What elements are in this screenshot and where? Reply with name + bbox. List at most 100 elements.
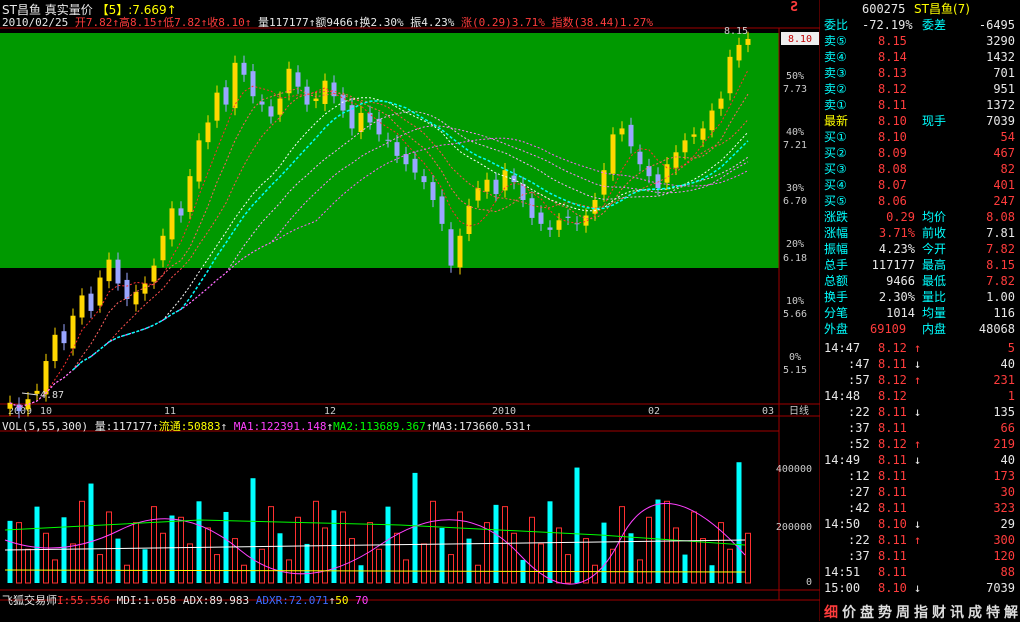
bid-row: 买⑤ 8.06 247 bbox=[822, 194, 1019, 209]
candle-body bbox=[745, 38, 751, 45]
bid-label: 买② bbox=[824, 146, 847, 160]
adxr-value: 72.071 bbox=[288, 594, 329, 607]
tick-row: :22 8.11 ↑ 300 bbox=[822, 533, 1019, 548]
low-value: 7.82 bbox=[174, 16, 201, 29]
volume-bar-down bbox=[304, 543, 310, 583]
tick-row: 14:51 8.11 88 bbox=[822, 565, 1019, 580]
indicator-bar[interactable]: 飞狐交易师I:55.556 MDI:1.058 ADX:89.983 ADXR:… bbox=[2, 592, 368, 608]
volume-bar-down bbox=[412, 472, 418, 583]
candle-body bbox=[448, 229, 454, 266]
tab-4[interactable]: 周 bbox=[896, 602, 910, 622]
vol-axis-label: 0 bbox=[806, 577, 812, 588]
tick-volume: 30 bbox=[1000, 485, 1015, 499]
stat-label: 涨跌 bbox=[824, 210, 849, 224]
tick-volume: 120 bbox=[993, 549, 1015, 563]
ohlc-bar: 2010/02/25 开7.82↑高8.15↑低7.82↑收8.10↑ 量117… bbox=[2, 16, 653, 29]
bid-label: 买① bbox=[824, 130, 847, 144]
i-value: 55.556 bbox=[70, 594, 110, 607]
tab-1[interactable]: 价 bbox=[842, 602, 856, 622]
ask-volume: 3290 bbox=[986, 34, 1015, 48]
switch-icon[interactable]: Ƨ bbox=[784, 0, 804, 15]
adx-label: ADX: bbox=[182, 594, 210, 607]
candle-body bbox=[691, 134, 697, 137]
low-annotation: 4.87 bbox=[40, 390, 64, 401]
tab-0[interactable]: 细 bbox=[824, 602, 838, 622]
candle-body bbox=[196, 140, 202, 182]
bid-label: 买④ bbox=[824, 178, 847, 192]
tick-direction: ↑ bbox=[914, 373, 922, 387]
candle-body bbox=[610, 134, 616, 174]
tab-9[interactable]: 特 bbox=[986, 602, 1000, 622]
date-axis-label: 02 bbox=[648, 406, 660, 417]
candle-body bbox=[421, 176, 427, 183]
tab-7[interactable]: 讯 bbox=[950, 602, 964, 622]
amp-value: 4.23% bbox=[421, 16, 455, 29]
candle-body bbox=[376, 118, 382, 135]
float-value: 50883 bbox=[187, 420, 221, 433]
candle-body bbox=[232, 62, 238, 109]
stat-label-2: 最高 bbox=[922, 258, 947, 272]
pct-axis-label: 0% bbox=[789, 352, 801, 363]
tick-direction: ↓ bbox=[914, 581, 922, 595]
volume-bar-down bbox=[709, 565, 715, 583]
tab-6[interactable]: 财 bbox=[932, 602, 946, 622]
tick-row: 14:49 8.11 ↓ 40 bbox=[822, 453, 1019, 468]
tab-8[interactable]: 成 bbox=[968, 602, 982, 622]
ask-price: 8.15 bbox=[878, 34, 907, 48]
tab-10[interactable]: 解 bbox=[1004, 602, 1018, 622]
ma3-label: MA3: bbox=[432, 420, 459, 433]
candle-body bbox=[529, 198, 535, 218]
stat-value-2: 7.81 bbox=[986, 226, 1015, 240]
stat-row: 换手 2.30% 量比 1.00 bbox=[822, 290, 1019, 305]
stat-value-2: 7.82 bbox=[986, 242, 1015, 256]
tick-price: 8.11 bbox=[878, 565, 907, 579]
tick-direction: ↓ bbox=[914, 357, 922, 371]
stat-row: 总手 117177 最高 8.15 bbox=[822, 258, 1019, 273]
candle-body bbox=[493, 179, 499, 195]
quote-panel: 600275 ST昌鱼(7) 委比 -72.19% 委差 -6495 最新 8.… bbox=[822, 0, 1019, 621]
tick-row: :12 8.11 173 bbox=[822, 469, 1019, 484]
bottom-tabs: 细价盘势周指财讯成特解 bbox=[820, 600, 1020, 621]
candle-body bbox=[718, 98, 724, 109]
stat-value-2: 7.82 bbox=[986, 274, 1015, 288]
volume-bar-down bbox=[277, 533, 283, 583]
candle-body bbox=[484, 179, 490, 192]
candle-body bbox=[52, 334, 58, 362]
ask-price: 8.13 bbox=[878, 66, 907, 80]
candle-body bbox=[61, 331, 67, 344]
stock-code: 600275 bbox=[862, 2, 906, 16]
candle-body bbox=[673, 152, 679, 168]
volume-bar-down bbox=[88, 483, 94, 583]
volume-bar-down bbox=[466, 538, 472, 583]
date-axis-label: 10 bbox=[40, 406, 52, 417]
candle-body bbox=[394, 142, 400, 156]
indicator-name[interactable]: 飞狐交易师 bbox=[2, 594, 57, 607]
bid-volume: 54 bbox=[1000, 130, 1015, 144]
candle-body bbox=[520, 183, 526, 201]
tick-time: :42 bbox=[848, 501, 870, 515]
ask-label: 卖③ bbox=[824, 66, 847, 80]
tick-volume: 29 bbox=[1000, 517, 1015, 531]
stat-value-2: 1.00 bbox=[986, 290, 1015, 304]
ask-row: 卖③ 8.13 701 bbox=[822, 66, 1019, 81]
price-axis-label: 6.70 bbox=[783, 196, 807, 207]
stat-row: 分笔 1014 均量 116 bbox=[822, 306, 1019, 321]
stat-label-2: 均价 bbox=[922, 210, 947, 224]
candle-body bbox=[214, 92, 220, 121]
bid-volume: 401 bbox=[993, 178, 1015, 192]
tab-3[interactable]: 势 bbox=[878, 602, 892, 622]
candle-body bbox=[241, 62, 247, 75]
tick-price: 8.10 bbox=[878, 517, 907, 531]
tab-2[interactable]: 盘 bbox=[860, 602, 874, 622]
tick-row: :57 8.12 ↑ 231 bbox=[822, 373, 1019, 388]
tick-volume: 323 bbox=[993, 501, 1015, 515]
stat-label: 总手 bbox=[824, 258, 849, 272]
tick-row: 14:47 8.12 ↑ 5 bbox=[822, 341, 1019, 356]
turn-value: 2.30% bbox=[370, 16, 404, 29]
stat-label: 分笔 bbox=[824, 306, 849, 320]
candle-body bbox=[709, 110, 715, 131]
kline-chart[interactable]: 8.15 7.73 7.21 6.70 6.18 5.66 5.15 50% 40% 30% 20%… bbox=[0, 0, 820, 621]
price-axis-label: 7.21 bbox=[783, 140, 807, 151]
index-value: (38.44) bbox=[573, 16, 620, 29]
tab-5[interactable]: 指 bbox=[914, 602, 928, 622]
